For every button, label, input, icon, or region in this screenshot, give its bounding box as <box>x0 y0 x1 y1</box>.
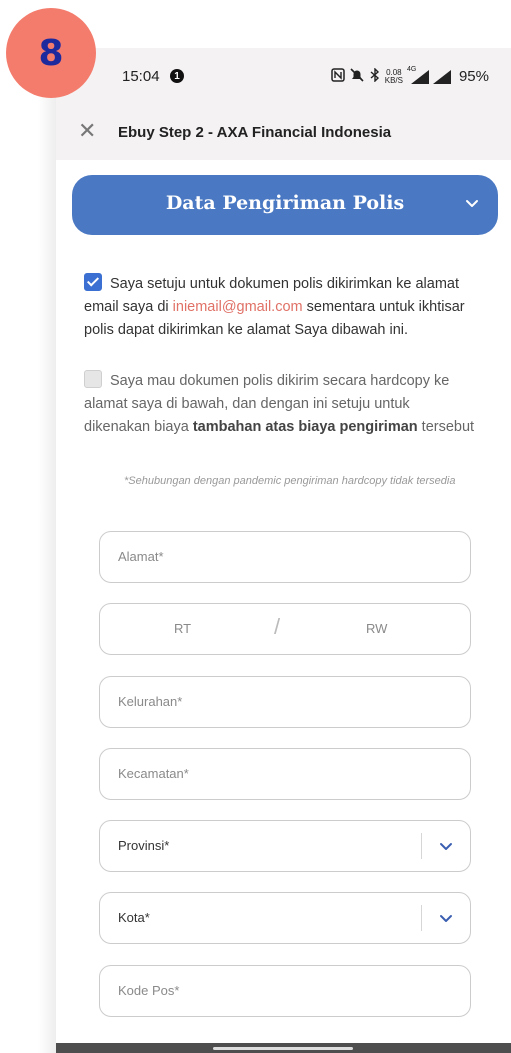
kelurahan-placeholder: Kelurahan* <box>118 694 183 709</box>
notification-count-badge: 1 <box>170 69 184 83</box>
kelurahan-input[interactable]: Kelurahan* <box>99 676 471 728</box>
step-number: 8 <box>38 32 64 74</box>
step-number-badge: 8 <box>6 8 96 98</box>
signal-bars <box>410 69 429 84</box>
provinsi-select[interactable]: Provinsi* <box>99 820 471 872</box>
bluetooth-icon <box>369 67 381 85</box>
chevron-down-icon[interactable] <box>438 910 454 926</box>
hardcopy-consent-text-after: tersebut <box>417 419 475 435</box>
kecamatan-placeholder: Kecamatan* <box>118 766 189 781</box>
device-frame-edge <box>38 48 57 1053</box>
kode-pos-placeholder: Kode Pos* <box>118 983 180 998</box>
net-speed: 0.08 KB/S <box>384 68 403 85</box>
kota-select[interactable]: Kota* <box>99 892 471 944</box>
kode-pos-input[interactable]: Kode Pos* <box>99 965 471 1017</box>
provinsi-label: Provinsi* <box>118 838 170 853</box>
chevron-down-icon[interactable] <box>438 838 454 854</box>
mobile-signal-icon: 4G <box>407 66 429 84</box>
chevron-down-icon[interactable] <box>462 193 482 213</box>
rt-rw-separator: / <box>274 614 281 639</box>
alamat-placeholder: Alamat* <box>118 549 164 564</box>
wifi-signal-icon <box>432 69 451 84</box>
app-bar: ✕ Ebuy Step 2 - AXA Financial Indonesia <box>56 108 511 160</box>
app-title: Ebuy Step 2 - AXA Financial Indonesia <box>118 124 392 141</box>
section-header-data-pengiriman-polis[interactable]: Data Pengiriman Polis <box>72 175 498 235</box>
status-icons: 0.08 KB/S 4G 95% <box>330 66 489 85</box>
section-title: Data Pengiriman Polis <box>165 192 405 214</box>
status-time: 15:04 <box>122 68 160 85</box>
rt-input[interactable]: RT <box>174 621 191 636</box>
nfc-icon <box>330 68 345 85</box>
consent-hardcopy-option: Saya mau dokumen polis dikirim secara ha… <box>84 370 476 439</box>
mute-icon <box>349 68 365 85</box>
email-address-link[interactable]: iniemail@gmail.com <box>173 299 303 315</box>
battery-level: 95% <box>458 68 489 85</box>
rw-input[interactable]: RW <box>366 621 387 636</box>
dropdown-divider <box>421 833 422 859</box>
consent-email-option: Saya setuju untuk dokumen polis dikirimk… <box>84 273 476 342</box>
status-bar: 15:04 1 0.08 KB/S 4G 95% <box>56 48 511 108</box>
net-speed-unit: KB/S <box>384 75 403 85</box>
phone-screen: 15:04 1 0.08 KB/S 4G 95% ✕ Ebuy Step 2 -… <box>56 48 511 1053</box>
alamat-input[interactable]: Alamat* <box>99 531 471 583</box>
dropdown-divider <box>421 905 422 931</box>
close-icon[interactable]: ✕ <box>78 118 96 144</box>
hardcopy-consent-text-bold: tambahan atas biaya pengiriman <box>192 419 418 435</box>
email-consent-checkbox[interactable] <box>84 273 102 291</box>
kecamatan-input[interactable]: Kecamatan* <box>99 748 471 800</box>
home-gesture-handle[interactable] <box>213 1047 353 1050</box>
system-nav-bar <box>56 1043 511 1053</box>
hardcopy-consent-checkbox[interactable] <box>84 370 102 388</box>
pandemic-note: *Sehubungan dengan pandemic pengiriman h… <box>124 475 456 487</box>
rt-rw-input-group: RT / RW <box>99 603 471 655</box>
kota-label: Kota* <box>118 910 150 925</box>
